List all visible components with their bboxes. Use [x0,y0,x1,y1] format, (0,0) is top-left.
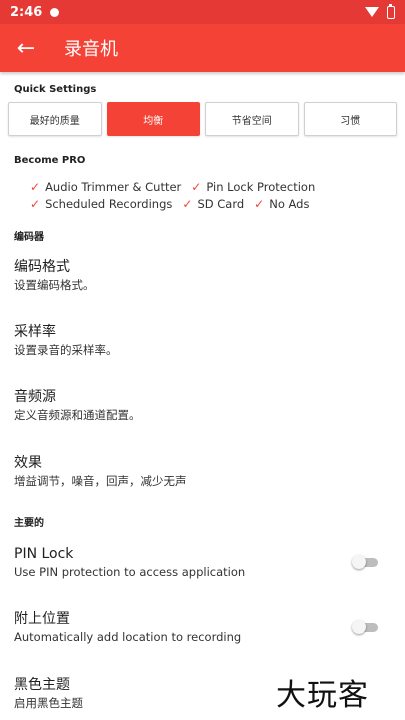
pref-effects[interactable]: 效果 增益调节，噪音，回声，减少无声 [14,454,394,490]
quality-save-space-button[interactable]: 节省空间 [205,102,299,136]
pref-pin-lock[interactable]: PIN Lock Use PIN protection to access ap… [14,545,394,581]
check-icon: ✓ [182,196,193,211]
check-icon: ✓ [191,179,202,194]
back-arrow-icon[interactable]: ← [0,24,52,72]
pro-feature: ✓ Scheduled Recordings [30,196,173,211]
quick-settings-row: 最好的质量 均衡 节省空间 习惯 [8,102,397,136]
pref-title: 编码格式 [14,259,70,275]
pref-summary: 设置编码格式。 [14,278,95,292]
pref-title: 采样率 [14,324,56,340]
pref-audio-source[interactable]: 音频源 定义音频源和通道配置。 [14,388,394,424]
notification-dot-icon [50,7,60,17]
pref-attach-location[interactable]: 附上位置 Automatically add location to recor… [14,610,394,646]
pro-feature: ✓ Pin Lock Protection [191,179,316,194]
pref-title: 附上位置 [14,611,70,627]
check-icon: ✓ [254,196,265,211]
pin-lock-toggle[interactable] [352,555,380,569]
pref-sample-rate[interactable]: 采样率 设置录音的采样率。 [14,323,394,359]
pref-summary: 设置录音的采样率。 [14,343,118,357]
status-time: 2:46 [10,4,43,20]
pref-title: 效果 [14,455,42,471]
check-icon: ✓ [30,196,41,211]
pro-feature: ✓ Audio Trimmer & Cutter [30,179,182,194]
become-pro-header: Become PRO [14,155,86,166]
wifi-icon [365,7,379,17]
pref-summary: Use PIN protection to access application [14,565,246,579]
pref-title: PIN Lock [14,546,74,562]
status-bar: 2:46 [0,0,405,24]
pref-summary: 定义音频源和通道配置。 [14,408,141,422]
battery-icon [387,3,395,19]
check-icon: ✓ [30,179,41,194]
pro-features[interactable]: ✓ Audio Trimmer & Cutter ✓ Pin Lock Protec… [30,178,400,212]
attach-location-toggle[interactable] [352,620,380,634]
pro-feature: ✓ No Ads [254,196,310,211]
status-icons [365,3,395,19]
quality-balanced-button[interactable]: 均衡 [106,102,200,136]
pref-encoding-format[interactable]: 编码格式 设置编码格式。 [14,258,394,294]
pref-summary: 增益调节，噪音，回声，减少无声 [14,474,187,488]
encoder-header: 编码器 [14,232,44,243]
main-header: 主要的 [14,518,44,529]
watermark-logo: 大玩客 [276,678,369,713]
app-title: 录音机 [64,39,118,60]
quick-settings-header: Quick Settings [14,84,97,95]
pro-feature: ✓ SD Card [182,196,245,211]
pref-title: 音频源 [14,389,56,405]
app-bar: ← 录音机 [0,24,405,72]
quality-custom-button[interactable]: 习惯 [303,102,397,136]
quality-best-button[interactable]: 最好的质量 [8,102,102,136]
pref-summary: Automatically add location to recording [14,630,242,644]
